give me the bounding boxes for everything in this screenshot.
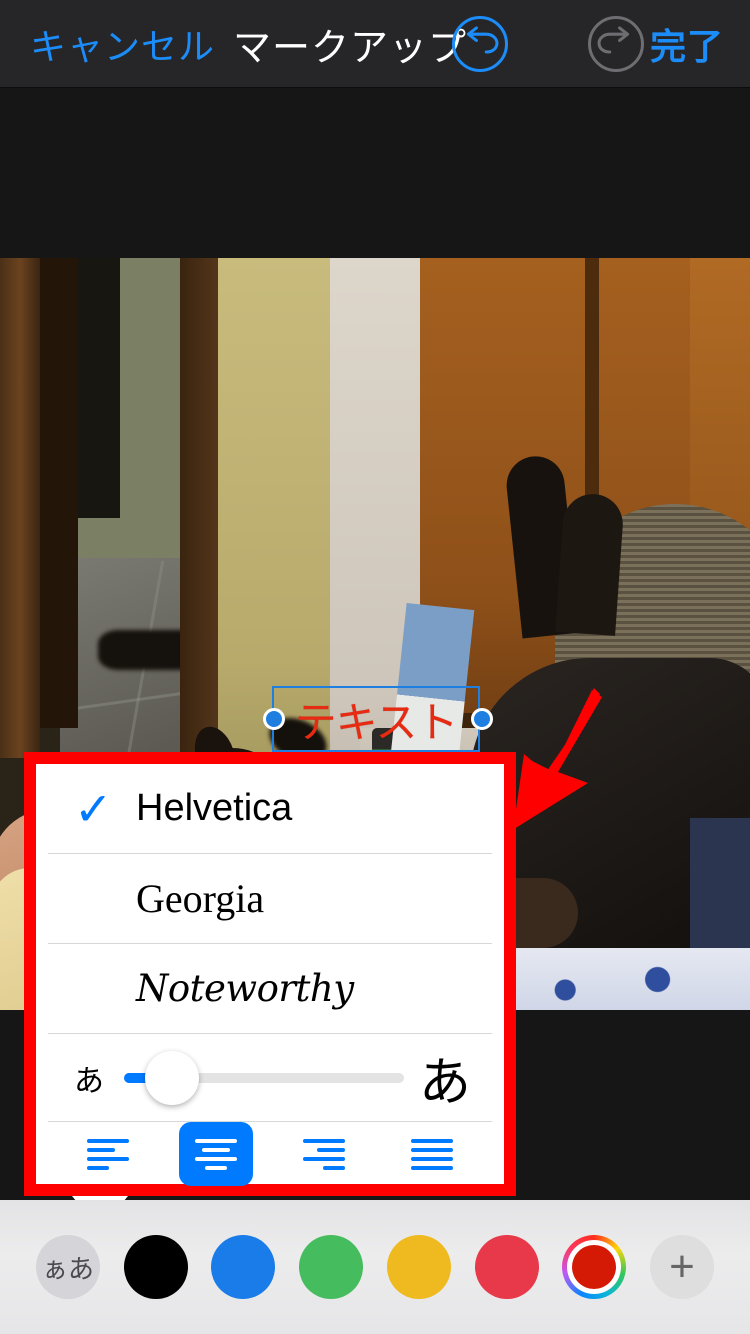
align-right-button[interactable]: [287, 1122, 361, 1186]
done-button[interactable]: 完了: [650, 18, 724, 70]
text-resize-handle-left[interactable]: [263, 708, 285, 730]
color-swatch-green[interactable]: [299, 1235, 364, 1299]
photo-detail: [0, 258, 40, 758]
color-swatch-yellow[interactable]: [386, 1235, 451, 1299]
small-text-glyph: あ: [74, 1064, 104, 1098]
align-justify-button[interactable]: [395, 1122, 469, 1186]
alignment-row: [36, 1122, 504, 1186]
font-size-slider[interactable]: [124, 1050, 404, 1105]
cancel-button[interactable]: キャンセル: [30, 18, 215, 70]
large-text-glyph: あ: [418, 1054, 471, 1112]
font-option-label: Helvetica: [136, 787, 293, 829]
font-option-helvetica[interactable]: ✓ Helvetica: [48, 764, 492, 854]
align-center-button[interactable]: [179, 1122, 253, 1186]
font-popover: ✓ Helvetica Georgia Noteworthy あ あ: [36, 764, 504, 1186]
navigation-bar: キャンセル マークアップ 完了: [0, 0, 750, 88]
align-left-button[interactable]: [71, 1122, 145, 1186]
color-swatch-black[interactable]: [123, 1235, 188, 1299]
align-left-icon: [86, 1136, 130, 1172]
font-popover-highlight: ✓ Helvetica Georgia Noteworthy あ あ: [24, 752, 516, 1196]
align-justify-icon: [410, 1136, 454, 1172]
page-title: マークアップ: [233, 27, 468, 69]
photo-detail: [555, 492, 625, 636]
font-option-label: Georgia: [136, 876, 265, 921]
swatch-strip: ぁあ +: [0, 1200, 750, 1334]
text-annotation-value[interactable]: テキスト: [295, 689, 459, 750]
color-toolbar: ぁあ +: [0, 1200, 750, 1334]
font-size-row: あ あ: [48, 1034, 492, 1122]
text-annotation-box[interactable]: テキスト: [263, 686, 493, 752]
color-swatch-blue[interactable]: [211, 1235, 276, 1299]
text-resize-handle-right[interactable]: [471, 708, 493, 730]
slider-thumb[interactable]: [144, 1050, 199, 1105]
plus-icon: +: [669, 1242, 695, 1292]
redo-button[interactable]: [588, 15, 644, 72]
font-option-noteworthy[interactable]: Noteworthy: [48, 944, 492, 1034]
align-center-icon: [194, 1136, 238, 1172]
font-option-georgia[interactable]: Georgia: [48, 854, 492, 944]
undo-arrow-icon: [455, 19, 505, 69]
markup-screen: キャンセル マークアップ 完了 テキスト ✓ Helvetica Georgia…: [0, 0, 750, 1334]
color-swatch-red[interactable]: [474, 1235, 539, 1299]
align-right-icon: [302, 1136, 346, 1172]
font-option-label: Noteworthy: [136, 967, 354, 1010]
text-format-icon: ぁあ: [41, 1253, 94, 1284]
color-wheel-icon[interactable]: [562, 1235, 627, 1299]
check-icon: ✓: [74, 782, 113, 835]
undo-button[interactable]: [452, 15, 508, 72]
text-format-button[interactable]: ぁあ: [36, 1235, 100, 1299]
add-color-button[interactable]: +: [649, 1235, 714, 1299]
redo-arrow-icon: [591, 19, 641, 69]
